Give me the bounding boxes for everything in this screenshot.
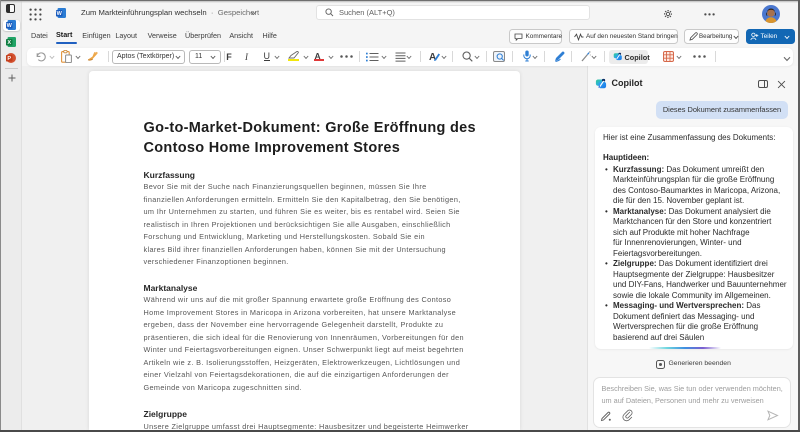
svg-text:P: P (7, 56, 11, 62)
svg-text:X: X (7, 40, 11, 46)
svg-text:W: W (7, 23, 13, 29)
svg-text:W: W (57, 11, 63, 17)
